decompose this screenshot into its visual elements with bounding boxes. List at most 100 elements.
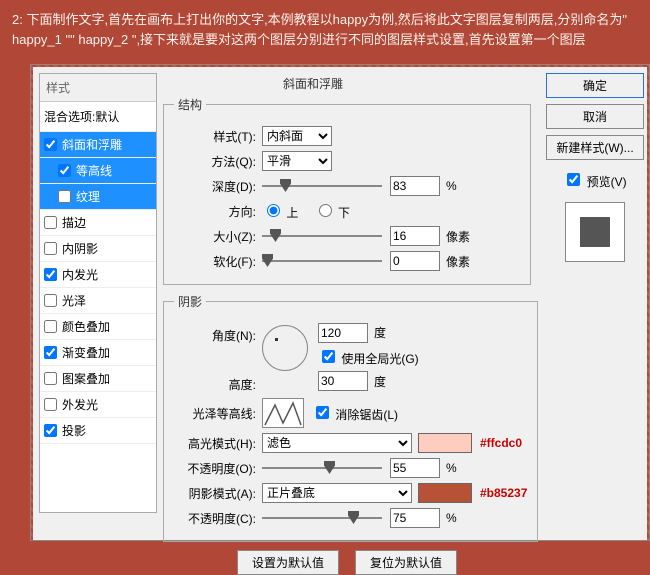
label: 渐变叠加: [62, 344, 110, 361]
cancel-button[interactable]: 取消: [546, 104, 644, 129]
style-outer-glow[interactable]: 外发光: [40, 392, 156, 418]
radio-down[interactable]: [319, 204, 332, 217]
shadow-opacity-slider[interactable]: [262, 511, 382, 525]
shading-group: 阴影 角度(N): 度 使用全局光(G) 度 高度: 光泽等高线: 消除锯齿(L…: [163, 293, 538, 542]
structure-group: 结构 样式(T): 内斜面 方法(Q): 平滑 深度(D): % 方向: 上 下…: [163, 96, 531, 285]
highlight-opacity-input[interactable]: [390, 458, 440, 478]
style-satin[interactable]: 光泽: [40, 288, 156, 314]
angle-label: 角度(N):: [174, 323, 262, 344]
styles-list-panel: 样式 混合选项:默认 斜面和浮雕 等高线 纹理 描边 内阴影 内发光 光泽 颜色…: [39, 73, 157, 513]
style-color-overlay[interactable]: 颜色叠加: [40, 314, 156, 340]
checkbox[interactable]: [44, 372, 57, 385]
style-inner-shadow[interactable]: 内阴影: [40, 236, 156, 262]
size-input[interactable]: [390, 226, 440, 246]
checkbox[interactable]: [58, 190, 71, 203]
style-contour[interactable]: 等高线: [40, 158, 156, 184]
checkbox[interactable]: [44, 138, 57, 151]
style-inner-glow[interactable]: 内发光: [40, 262, 156, 288]
soften-label: 软化(F):: [174, 253, 262, 270]
direction-label: 方向:: [174, 203, 262, 220]
preview-checkbox[interactable]: 预览(V): [563, 170, 626, 190]
technique-select[interactable]: 平滑: [262, 151, 332, 171]
blending-options-row[interactable]: 混合选项:默认: [40, 102, 156, 132]
make-default-button[interactable]: 设置为默认值: [237, 550, 339, 575]
shadow-color-swatch[interactable]: [418, 483, 472, 503]
checkbox[interactable]: [44, 294, 57, 307]
style-drop-shadow[interactable]: 投影: [40, 418, 156, 444]
label: 外发光: [62, 396, 98, 413]
label: 投影: [62, 422, 86, 439]
settings-panel: 斜面和浮雕 结构 样式(T): 内斜面 方法(Q): 平滑 深度(D): % 方…: [163, 73, 531, 543]
altitude-input[interactable]: [318, 371, 368, 391]
style-bevel-emboss[interactable]: 斜面和浮雕: [40, 132, 156, 158]
global-light-check[interactable]: 使用全局光(G): [318, 352, 419, 366]
ok-button[interactable]: 确定: [546, 73, 644, 98]
angle-dial[interactable]: [262, 325, 308, 371]
style-texture[interactable]: 纹理: [40, 184, 156, 210]
highlight-hex-label: #ffcdc0: [480, 436, 522, 450]
soften-slider[interactable]: [262, 254, 382, 268]
depth-slider[interactable]: [262, 179, 382, 193]
shadow-opacity-input[interactable]: [390, 508, 440, 528]
instruction-text: 2: 下面制作文字,首先在画布上打出你的文字,本例教程以happy为例,然后将此…: [0, 0, 650, 55]
checkbox[interactable]: [44, 268, 57, 281]
shadow-opacity-unit: %: [446, 511, 457, 525]
label: 图案叠加: [62, 370, 110, 387]
highlight-color-swatch[interactable]: [418, 433, 472, 453]
style-gradient-overlay[interactable]: 渐变叠加: [40, 340, 156, 366]
shadow-opacity-label: 不透明度(C):: [174, 510, 262, 527]
label: 内阴影: [62, 240, 98, 257]
soften-input[interactable]: [390, 251, 440, 271]
style-select[interactable]: 内斜面: [262, 126, 332, 146]
reset-default-button[interactable]: 复位为默认值: [355, 550, 457, 575]
depth-label: 深度(D):: [174, 178, 262, 195]
checkbox[interactable]: [58, 164, 71, 177]
structure-legend: 结构: [174, 96, 206, 113]
label: 斜面和浮雕: [62, 136, 122, 153]
new-style-button[interactable]: 新建样式(W)...: [546, 135, 644, 160]
highlight-opacity-unit: %: [446, 461, 457, 475]
style-stroke[interactable]: 描边: [40, 210, 156, 236]
soften-unit: 像素: [446, 253, 470, 270]
right-button-panel: 确定 取消 新建样式(W)... 预览(V): [543, 73, 647, 262]
styles-header: 样式: [40, 74, 156, 102]
checkbox[interactable]: [44, 398, 57, 411]
size-label: 大小(Z):: [174, 228, 262, 245]
label: 纹理: [76, 188, 100, 205]
depth-input[interactable]: [390, 176, 440, 196]
checkbox[interactable]: [44, 216, 57, 229]
direction-down[interactable]: 下: [314, 206, 350, 220]
checkbox[interactable]: [44, 320, 57, 333]
radio-up[interactable]: [267, 204, 280, 217]
shadow-mode-label: 阴影模式(A):: [174, 485, 262, 502]
size-unit: 像素: [446, 228, 470, 245]
highlight-opacity-slider[interactable]: [262, 461, 382, 475]
shading-legend: 阴影: [174, 293, 206, 310]
shadow-hex-label: #b85237: [480, 486, 527, 500]
shadow-mode-select[interactable]: 正片叠底: [262, 483, 412, 503]
label: 等高线: [76, 162, 112, 179]
label: 光泽: [62, 292, 86, 309]
highlight-opacity-label: 不透明度(O):: [174, 460, 262, 477]
highlight-mode-label: 高光模式(H):: [174, 435, 262, 452]
style-pattern-overlay[interactable]: 图案叠加: [40, 366, 156, 392]
angle-input[interactable]: [318, 323, 368, 343]
altitude-unit: 度: [374, 373, 386, 390]
altitude-label: 高度:: [174, 376, 262, 393]
technique-label: 方法(Q):: [174, 153, 262, 170]
gloss-contour-picker[interactable]: [262, 398, 304, 428]
size-slider[interactable]: [262, 229, 382, 243]
layer-style-dialog: 样式 混合选项:默认 斜面和浮雕 等高线 纹理 描边 内阴影 内发光 光泽 颜色…: [30, 64, 650, 541]
gloss-label: 光泽等高线:: [174, 405, 262, 422]
highlight-mode-select[interactable]: 滤色: [262, 433, 412, 453]
direction-up[interactable]: 上: [262, 206, 298, 220]
label: 内发光: [62, 266, 98, 283]
checkbox[interactable]: [44, 346, 57, 359]
antialias-check[interactable]: 消除锯齿(L): [312, 403, 398, 423]
checkbox[interactable]: [44, 424, 57, 437]
label: 颜色叠加: [62, 318, 110, 335]
label: 描边: [62, 214, 86, 231]
angle-unit: 度: [374, 326, 386, 340]
checkbox[interactable]: [44, 242, 57, 255]
preview-box: [565, 202, 625, 262]
